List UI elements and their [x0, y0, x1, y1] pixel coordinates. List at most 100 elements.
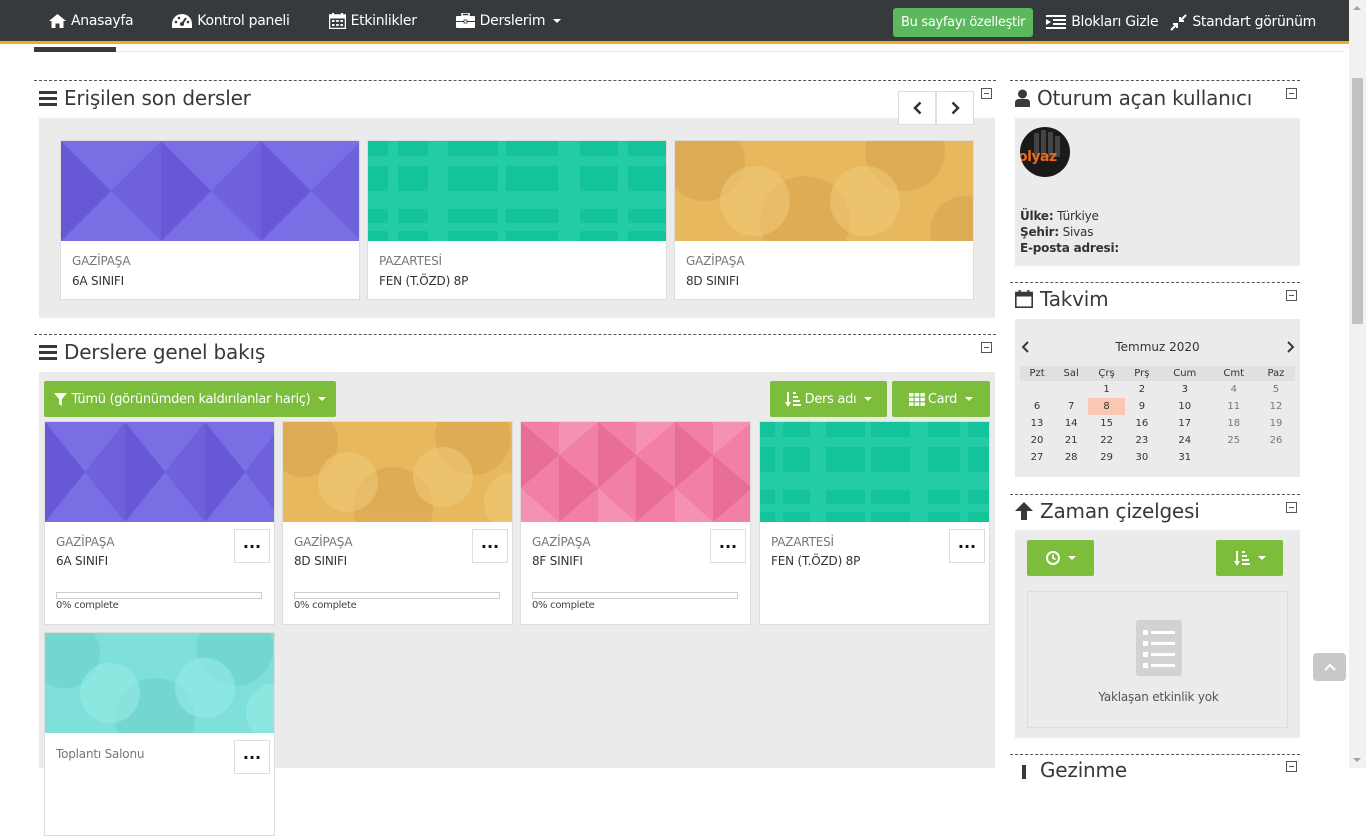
collapse-calendar-icon[interactable]	[1286, 290, 1297, 301]
recent-prev-button[interactable]	[898, 91, 936, 125]
course-name[interactable]: FEN (T.ÖZD) 8P	[771, 554, 860, 568]
timeline-title-text: Zaman çizelgesi	[1040, 499, 1200, 523]
collapse-course-overview-icon[interactable]	[981, 342, 992, 353]
indent-icon	[1046, 15, 1067, 29]
recent-next-button[interactable]	[936, 91, 974, 125]
calendar-day[interactable]: 17	[1159, 415, 1211, 432]
back-to-top-button[interactable]	[1313, 653, 1346, 681]
nav-events[interactable]: Etkinlikler	[328, 0, 417, 43]
course-actions-button[interactable]: ...	[234, 740, 270, 774]
calendar-day[interactable]: 25	[1211, 432, 1257, 449]
chevron-down-icon	[1067, 556, 1076, 560]
calendar-day[interactable]: 5	[1257, 381, 1295, 398]
timeline-sort-button[interactable]	[1216, 540, 1283, 576]
briefcase-icon	[455, 13, 475, 28]
recent-course-card[interactable]: PAZARTESİ FEN (T.ÖZD) 8P	[367, 140, 667, 300]
collapse-recent-courses-icon[interactable]	[981, 88, 992, 99]
nav-my-courses[interactable]: Derslerim	[455, 0, 562, 43]
calendar-day[interactable]: 18	[1211, 415, 1257, 432]
course-name[interactable]: 6A SINIFI	[56, 554, 108, 568]
page-scrollbar[interactable]	[1349, 0, 1366, 768]
course-progress-text: 0% complete	[294, 600, 357, 611]
calendar-day[interactable]: 8	[1088, 398, 1125, 415]
course-card[interactable]: GAZİPAŞA 6A SINIFI ... 0% complete	[44, 421, 275, 625]
calendar-day[interactable]: 1	[1088, 381, 1125, 398]
course-name[interactable]: 8D SINIFI	[294, 554, 347, 568]
nav-dashboard[interactable]: Kontrol paneli	[172, 0, 290, 43]
calendar-day[interactable]: 21	[1054, 432, 1088, 449]
weekday-header: Sal	[1054, 366, 1089, 381]
course-actions-button[interactable]: ...	[710, 529, 746, 563]
course-category: PAZARTESİ	[379, 254, 442, 268]
calendar-day[interactable]: 14	[1054, 415, 1088, 432]
course-view-dropdown[interactable]: Card	[892, 381, 990, 417]
course-name[interactable]: 6A SINIFI	[72, 274, 124, 288]
calendar-day[interactable]: 31	[1159, 449, 1211, 466]
hide-blocks-button[interactable]: Blokları Gizle	[1046, 0, 1159, 44]
calendar-day[interactable]: 12	[1257, 398, 1295, 415]
customize-page-button[interactable]: Bu sayfayı özelleştir	[892, 7, 1034, 37]
calendar-day[interactable]: 30	[1125, 449, 1159, 466]
calendar-day[interactable]: 27	[1020, 449, 1054, 466]
collapse-timeline-icon[interactable]	[1286, 502, 1297, 513]
calendar-day[interactable]: 4	[1211, 381, 1257, 398]
calendar-next-month-icon[interactable]	[1286, 341, 1295, 353]
calendar-day[interactable]: 9	[1125, 398, 1159, 415]
logged-in-user-title-text: Oturum açan kullanıcı	[1037, 86, 1253, 110]
hide-blocks-label: Blokları Gizle	[1071, 14, 1159, 30]
calendar-day[interactable]: 2	[1125, 381, 1159, 398]
course-overview-title: Derslere genel bakış	[39, 340, 265, 364]
course-sort-dropdown[interactable]: Ders adı	[770, 381, 887, 417]
course-filter-dropdown[interactable]: Tümü (görünümden kaldırılanlar hariç)	[44, 381, 336, 417]
course-filter-label: Tümü (görünümden kaldırılanlar hariç)	[71, 391, 311, 407]
course-actions-button[interactable]: ...	[472, 529, 508, 563]
calendar-day[interactable]: 7	[1054, 398, 1088, 415]
calendar-day[interactable]: 20	[1020, 432, 1054, 449]
recent-courses-block-border	[34, 80, 996, 81]
calendar-day[interactable]: 24	[1159, 432, 1211, 449]
standard-view-button[interactable]: Standart görünüm	[1170, 0, 1316, 44]
calendar-day[interactable]: 28	[1054, 449, 1088, 466]
calendar-day[interactable]: 22	[1088, 432, 1125, 449]
collapse-navigation-icon[interactable]	[1286, 761, 1297, 772]
user-country: Türkiye	[1057, 209, 1099, 223]
course-actions-button[interactable]: ...	[949, 529, 985, 563]
course-name[interactable]: 8F SINIFI	[532, 554, 583, 568]
course-card[interactable]: PAZARTESİ FEN (T.ÖZD) 8P ...	[759, 421, 990, 625]
collapse-user-block-icon[interactable]	[1286, 88, 1297, 99]
scroll-down-arrow-icon[interactable]	[1353, 758, 1361, 762]
scroll-up-arrow-icon[interactable]	[1353, 6, 1361, 10]
chevron-down-icon	[864, 397, 873, 401]
course-view-label: Card	[927, 391, 958, 407]
recent-course-card[interactable]: GAZİPAŞA 6A SINIFI	[60, 140, 360, 300]
course-overview-block-border	[34, 334, 996, 335]
calendar-day[interactable]: 16	[1125, 415, 1159, 432]
calendar-day[interactable]: 19	[1257, 415, 1295, 432]
course-category: GAZİPAŞA	[72, 254, 131, 268]
calendar-day[interactable]: 11	[1211, 398, 1257, 415]
calendar-day[interactable]: 10	[1159, 398, 1211, 415]
user-avatar[interactable]: olyaz	[1020, 127, 1070, 177]
timeline-date-filter-button[interactable]	[1027, 540, 1094, 576]
nav-home[interactable]: Anasayfa	[49, 0, 134, 43]
nav-dashboard-label: Kontrol paneli	[197, 12, 290, 29]
course-actions-button[interactable]: ...	[234, 529, 270, 563]
recent-course-card[interactable]: GAZİPAŞA 8D SINIFI	[674, 140, 974, 300]
calendar-day[interactable]: 6	[1020, 398, 1054, 415]
calendar-day[interactable]: 29	[1088, 449, 1125, 466]
weekday-header: Paz	[1256, 366, 1295, 381]
weekday-header: Pzt	[1020, 366, 1055, 381]
course-card[interactable]: Toplantı Salonu ...	[44, 632, 275, 836]
calendar-day[interactable]: 26	[1257, 432, 1295, 449]
calendar-day[interactable]: 13	[1020, 415, 1054, 432]
course-card[interactable]: GAZİPAŞA 8F SINIFI ... 0% complete	[520, 421, 751, 625]
city-label: Şehir:	[1020, 225, 1059, 239]
calendar-day[interactable]: 15	[1088, 415, 1125, 432]
scrollbar-thumb[interactable]	[1352, 78, 1363, 324]
sort-amount-icon	[1233, 550, 1250, 566]
course-name[interactable]: FEN (T.ÖZD) 8P	[379, 274, 468, 288]
course-name[interactable]: 8D SINIFI	[686, 274, 739, 288]
calendar-day[interactable]: 3	[1159, 381, 1211, 398]
course-card[interactable]: GAZİPAŞA 8D SINIFI ... 0% complete	[282, 421, 513, 625]
calendar-day[interactable]: 23	[1125, 432, 1159, 449]
